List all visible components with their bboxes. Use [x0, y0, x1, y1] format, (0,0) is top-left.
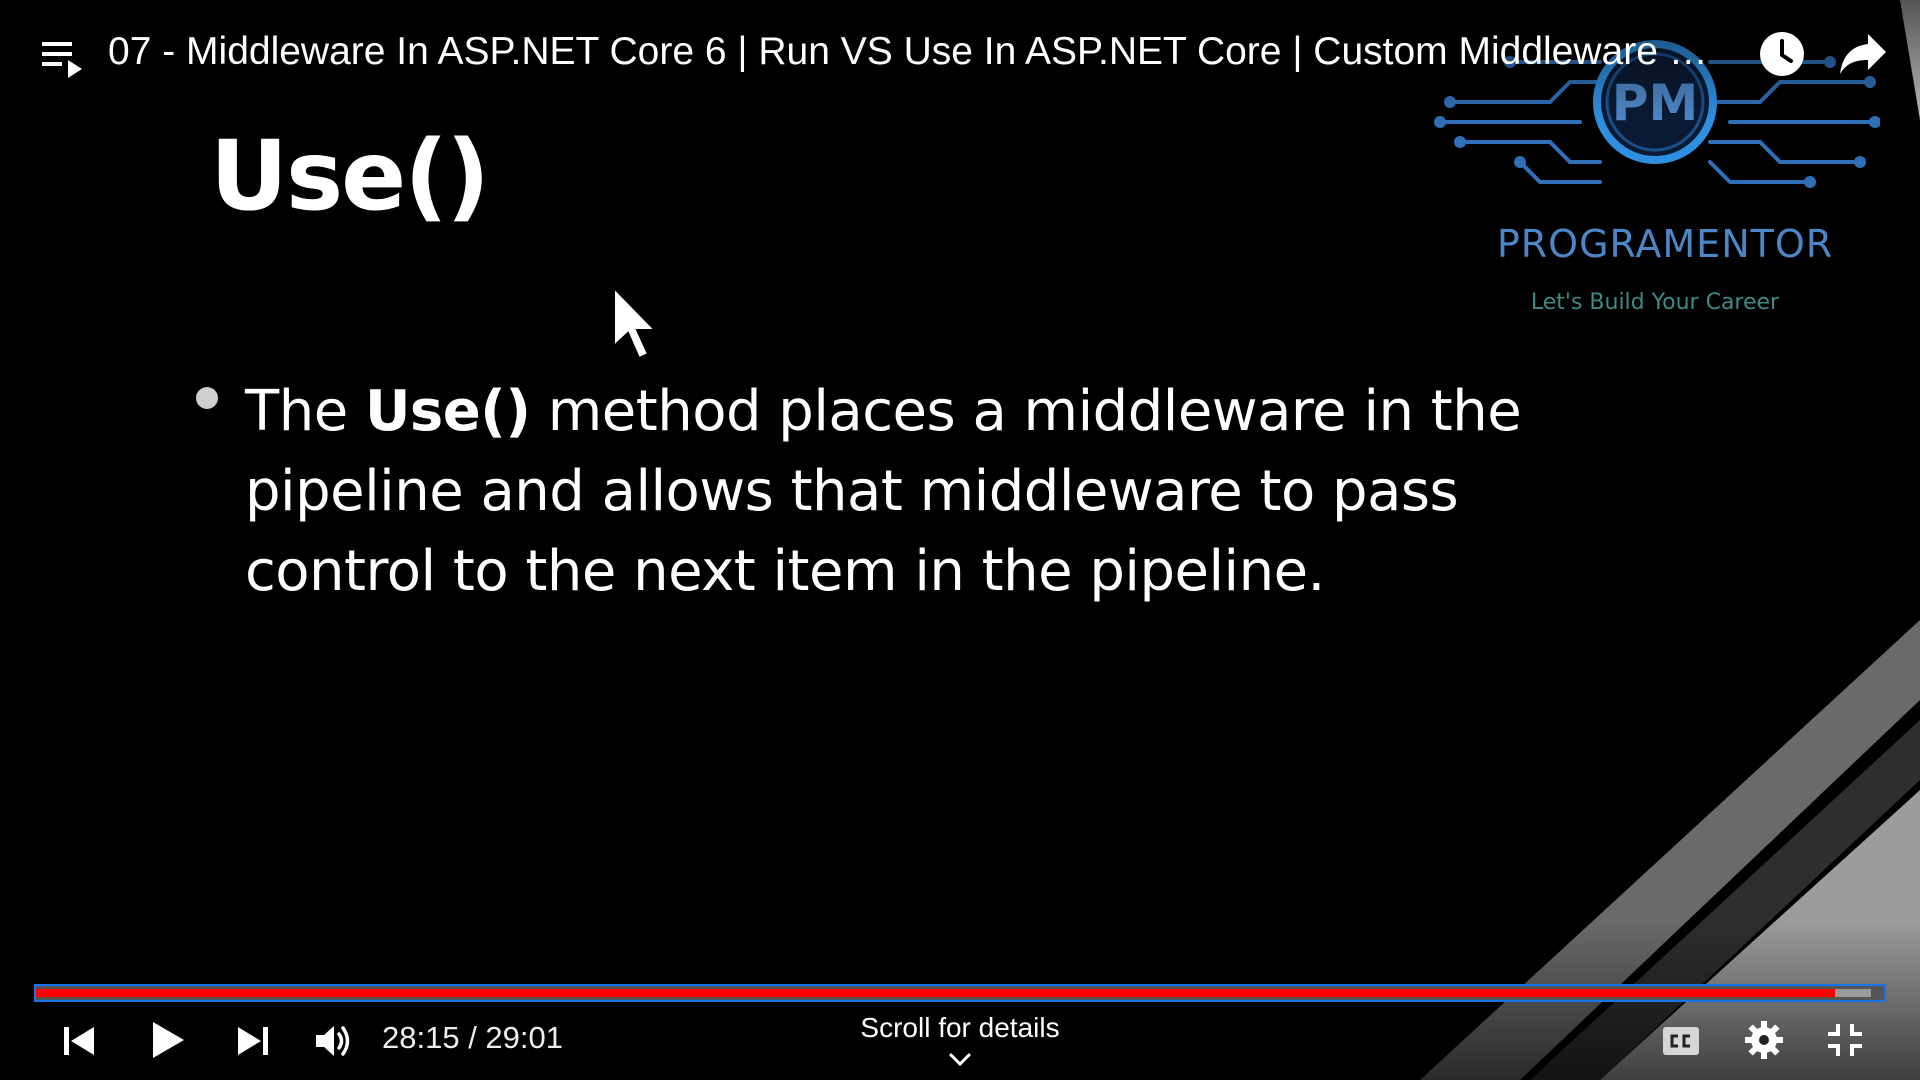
time-separator: / — [459, 1020, 486, 1055]
time-display: 28:15 / 29:01 — [382, 1020, 563, 1056]
mouse-cursor-icon — [613, 286, 658, 360]
video-title[interactable]: 07 - Middleware In ASP.NET Core 6 | Run … — [108, 30, 1718, 74]
duration: 29:01 — [485, 1020, 563, 1055]
logo-tagline: Let's Build Your Career — [1530, 290, 1780, 315]
closed-captions-icon[interactable] — [1662, 1026, 1700, 1056]
slide-heading: Use() — [210, 120, 490, 232]
skip-previous-icon[interactable] — [62, 1024, 96, 1058]
playlist-icon[interactable] — [40, 36, 84, 80]
clock-icon[interactable] — [1758, 30, 1806, 78]
share-arrow-icon[interactable] — [1838, 32, 1888, 76]
scroll-for-details[interactable]: Scroll for details — [760, 1012, 1160, 1044]
progress-bar[interactable] — [34, 984, 1886, 1002]
chevron-down-icon[interactable] — [948, 1052, 972, 1068]
bullet-text-prefix: The — [245, 379, 365, 444]
progress-played — [36, 989, 1836, 997]
slide-bullet-text: The Use() method places a middleware in … — [245, 372, 1565, 612]
exit-fullscreen-icon[interactable] — [1826, 1022, 1864, 1058]
bullet-point-icon — [196, 387, 218, 409]
gear-icon[interactable] — [1744, 1020, 1784, 1060]
skip-next-icon[interactable] — [236, 1024, 270, 1058]
current-time: 28:15 — [382, 1020, 460, 1055]
video-player[interactable]: Use() The Use() method places a middlewa… — [0, 0, 1920, 1080]
bullet-text-bold: Use() — [364, 379, 531, 444]
video-frame[interactable]: Use() The Use() method places a middlewa… — [0, 0, 1920, 1080]
logo-name: PROGRAMENTOR — [1496, 222, 1834, 266]
play-icon[interactable] — [150, 1020, 186, 1060]
volume-icon[interactable] — [314, 1022, 354, 1060]
